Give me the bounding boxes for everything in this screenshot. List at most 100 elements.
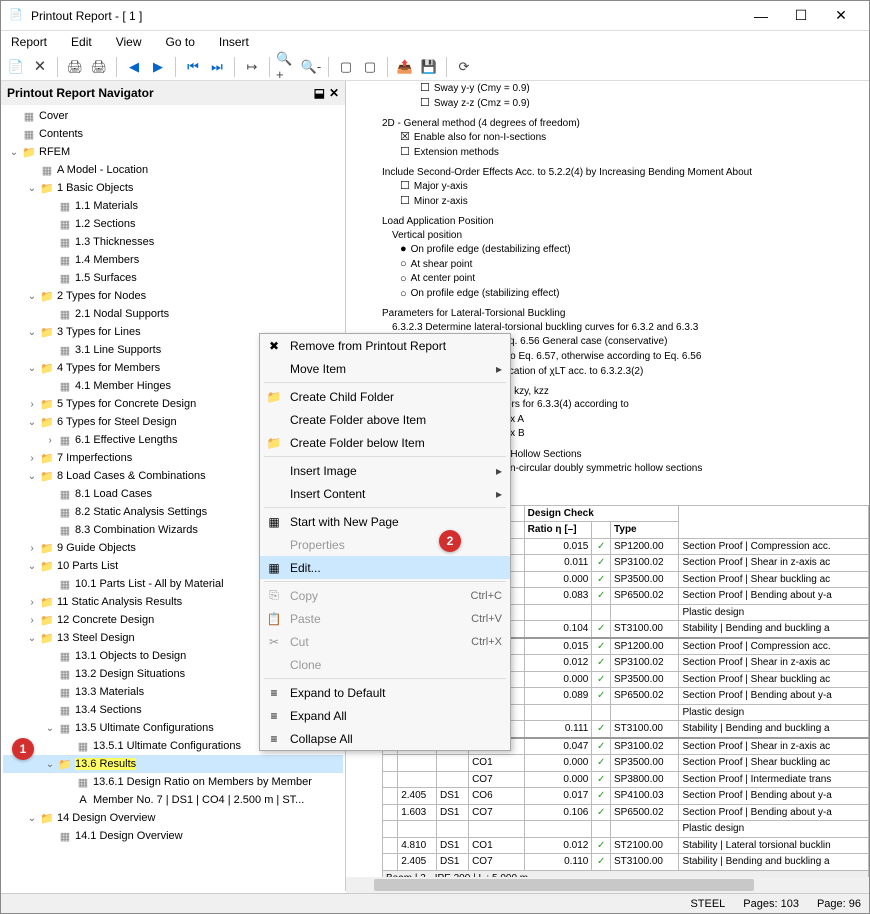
tool-next-icon[interactable]: ▶ bbox=[147, 56, 169, 78]
twist-icon[interactable]: › bbox=[43, 435, 57, 446]
twist-icon[interactable]: ⌄ bbox=[25, 417, 39, 428]
twist-icon[interactable]: ⌄ bbox=[25, 327, 39, 338]
tree-item[interactable]: ⌄📁RFEM bbox=[3, 143, 343, 161]
opt-profile-stab[interactable]: On profile edge (stabilizing effect) bbox=[400, 287, 869, 302]
twist-icon[interactable]: ⌄ bbox=[25, 633, 39, 644]
tree-item[interactable]: ⌄📁2 Types for Nodes bbox=[3, 287, 343, 305]
tool-last-icon[interactable]: ⏭ bbox=[206, 56, 228, 78]
tool-prev-icon[interactable]: ◀ bbox=[123, 56, 145, 78]
table-row[interactable]: CO70.000✓SP3800.00Section Proof | Interm… bbox=[383, 771, 869, 788]
opt-profile-destab[interactable]: On profile edge (destabilizing effect) bbox=[400, 242, 869, 257]
opt-sway-yy[interactable]: Sway y-y (Cmy = 0.9) bbox=[420, 81, 869, 96]
tree-label: 1.1 Materials bbox=[75, 200, 138, 212]
table-row[interactable]: 2.405DS1CO70.110✓ST3100.00Stability | Be… bbox=[383, 854, 869, 871]
tree-item[interactable]: ⌄📁1 Basic Objects bbox=[3, 179, 343, 197]
tree-item[interactable]: ▦A Model - Location bbox=[3, 161, 343, 179]
opt-center-point[interactable]: At center point bbox=[400, 272, 869, 287]
close-button[interactable]: ✕ bbox=[821, 2, 861, 30]
grid-icon: ▦ bbox=[75, 775, 91, 789]
tool-export-icon[interactable]: 📤 bbox=[394, 56, 416, 78]
twist-icon[interactable]: ⌄ bbox=[25, 561, 39, 572]
menu-view[interactable]: View bbox=[110, 33, 148, 51]
tool-zoomout-icon[interactable]: 🔍- bbox=[300, 56, 322, 78]
tree-item[interactable]: ▦1.3 Thicknesses bbox=[3, 233, 343, 251]
opt-enable-non-i[interactable]: Enable also for non-I-sections bbox=[400, 130, 869, 145]
menu-item[interactable]: ≡Collapse All bbox=[260, 727, 510, 750]
table-row[interactable]: 1.603DS1CO70.106✓SP6500.02Section Proof … bbox=[383, 804, 869, 821]
menu-edit[interactable]: Edit bbox=[65, 33, 98, 51]
content-hscrollbar[interactable] bbox=[346, 877, 869, 893]
menu-goto[interactable]: Go to bbox=[160, 33, 201, 51]
tool-page1-icon[interactable]: ▢ bbox=[335, 56, 357, 78]
tree-item[interactable]: ▦1.5 Surfaces bbox=[3, 269, 343, 287]
tree-label: 2 Types for Nodes bbox=[57, 290, 146, 302]
maximize-button[interactable]: ☐ bbox=[781, 2, 821, 30]
twist-icon[interactable]: ⌄ bbox=[25, 471, 39, 482]
minimize-button[interactable]: — bbox=[741, 2, 781, 30]
navigator-close-icon[interactable]: ✕ bbox=[329, 86, 339, 100]
tool-jump-icon[interactable]: ↦ bbox=[241, 56, 263, 78]
menu-item[interactable]: ▦Start with New Page bbox=[260, 510, 510, 533]
menu-item[interactable]: Create Folder above Item bbox=[260, 408, 510, 431]
opt-sway-zz[interactable]: Sway z-z (Cmz = 0.9) bbox=[420, 96, 869, 111]
menu-item: 📋PasteCtrl+V bbox=[260, 607, 510, 630]
tree-item[interactable]: ▦Contents bbox=[3, 125, 343, 143]
tree-item[interactable]: ▦2.1 Nodal Supports bbox=[3, 305, 343, 323]
menu-item[interactable]: 📁Create Folder below Item bbox=[260, 431, 510, 454]
twist-icon[interactable]: › bbox=[25, 597, 39, 608]
twist-icon[interactable]: ⌄ bbox=[43, 759, 57, 770]
tree-label: 14 Design Overview bbox=[57, 812, 155, 824]
twist-icon[interactable]: › bbox=[25, 615, 39, 626]
menu-insert[interactable]: Insert bbox=[213, 33, 255, 51]
menu-item[interactable]: ≡Expand to Default bbox=[260, 681, 510, 704]
twist-icon[interactable]: ⌄ bbox=[25, 183, 39, 194]
tool-first-icon[interactable]: ⏮ bbox=[182, 56, 204, 78]
menu-report[interactable]: Report bbox=[5, 33, 53, 51]
tree-item[interactable]: ⌄📁14 Design Overview bbox=[3, 809, 343, 827]
folder-icon: 📁 bbox=[39, 181, 55, 195]
table-row[interactable]: CO10.000✓SP3500.00Section Proof | Shear … bbox=[383, 755, 869, 772]
menu-item[interactable]: Insert Image▸ bbox=[260, 459, 510, 482]
menu-label: Create Folder below Item bbox=[290, 436, 425, 450]
twist-icon[interactable]: ⌄ bbox=[7, 147, 21, 158]
twist-icon[interactable]: ⌄ bbox=[25, 363, 39, 374]
twist-icon[interactable]: › bbox=[25, 453, 39, 464]
twist-icon[interactable]: ⌄ bbox=[25, 813, 39, 824]
menu-item[interactable]: 📁Create Child Folder bbox=[260, 385, 510, 408]
tree-item[interactable]: ▦1.2 Sections bbox=[3, 215, 343, 233]
tree-item[interactable]: ⌄📁13.6 Results bbox=[3, 755, 343, 773]
opt-extension[interactable]: Extension methods bbox=[400, 145, 869, 160]
tool-new-icon[interactable]: 📄 bbox=[5, 56, 27, 78]
twist-icon[interactable]: ⌄ bbox=[25, 291, 39, 302]
table-row[interactable]: 4.810DS1CO10.012✓ST2100.00Stability | La… bbox=[383, 837, 869, 854]
menu-icon: ⎘ bbox=[266, 588, 282, 603]
tool-save-icon[interactable]: 💾 bbox=[418, 56, 440, 78]
tree-item[interactable]: ▦14.1 Design Overview bbox=[3, 827, 343, 845]
table-row[interactable]: 2.405DS1CO60.017✓SP4100.03Section Proof … bbox=[383, 788, 869, 805]
menu-item[interactable]: ✖Remove from Printout Report bbox=[260, 334, 510, 357]
tree-item[interactable]: ▦1.1 Materials bbox=[3, 197, 343, 215]
tool-print-icon[interactable]: 🖨 bbox=[64, 56, 86, 78]
twist-icon[interactable]: ⌄ bbox=[43, 723, 57, 734]
opt-major-y[interactable]: Major y-axis bbox=[400, 179, 869, 194]
twist-icon[interactable]: › bbox=[25, 399, 39, 410]
menu-item[interactable]: ≡Expand All bbox=[260, 704, 510, 727]
tool-print2-icon[interactable]: 🖨 bbox=[88, 56, 110, 78]
tree-item[interactable]: ▦Cover bbox=[3, 107, 343, 125]
twist-icon[interactable]: › bbox=[25, 543, 39, 554]
tree-item[interactable]: ▦13.6.1 Design Ratio on Members by Membe… bbox=[3, 773, 343, 791]
opt-shear-point[interactable]: At shear point bbox=[400, 257, 869, 272]
menu-item[interactable]: ▦Edit... bbox=[260, 556, 510, 579]
tree-item[interactable]: ▦1.4 Members bbox=[3, 251, 343, 269]
menu-item[interactable]: Insert Content▸ bbox=[260, 482, 510, 505]
table-row[interactable]: Plastic design bbox=[383, 821, 869, 838]
opt-minor-z[interactable]: Minor z-axis bbox=[400, 194, 869, 209]
tool-zoomin-icon[interactable]: 🔍+ bbox=[276, 56, 298, 78]
tool-refresh-icon[interactable]: ⟳ bbox=[453, 56, 475, 78]
menu-item[interactable]: Move Item▸ bbox=[260, 357, 510, 380]
callout-2: 2 bbox=[439, 530, 461, 552]
tool-delete-icon[interactable]: 🗙 bbox=[29, 56, 51, 78]
navigator-pin-icon[interactable]: ⬓ bbox=[314, 86, 325, 100]
tree-item[interactable]: AMember No. 7 | DS1 | CO4 | 2.500 m | ST… bbox=[3, 791, 343, 809]
tool-page2-icon[interactable]: ▢ bbox=[359, 56, 381, 78]
